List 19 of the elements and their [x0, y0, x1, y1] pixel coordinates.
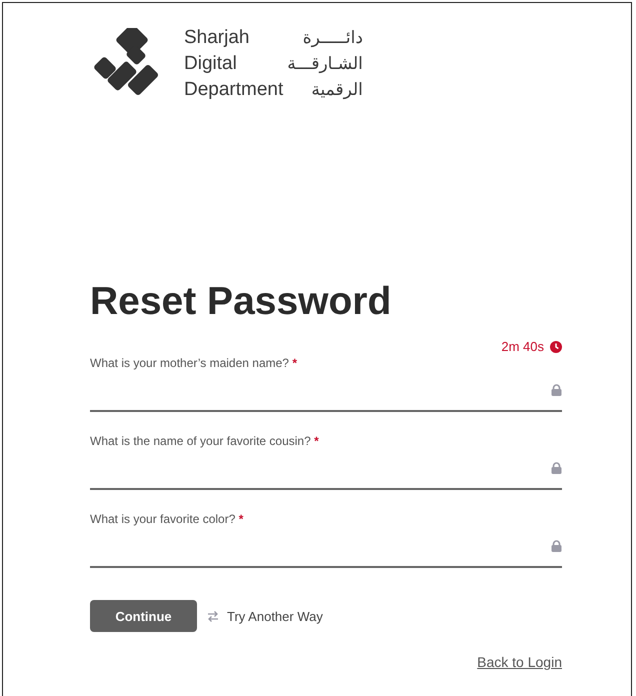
back-to-login-link[interactable]: Back to Login — [477, 654, 562, 670]
lock-icon — [551, 384, 562, 396]
lock-icon — [551, 462, 562, 474]
logo-text: الرقمية — [310, 79, 363, 102]
swap-icon — [207, 610, 219, 622]
logo-text: الشـارقـــة — [287, 53, 363, 76]
page-title: Reset Password — [90, 279, 392, 325]
field-label: What is the name of your favorite cousin? * — [90, 434, 320, 448]
logo-text: Sharjah — [184, 26, 250, 50]
countdown-timer: 2m 40s — [501, 339, 544, 354]
logo-text: دائـــــرة — [302, 27, 363, 50]
continue-button[interactable]: Continue — [90, 600, 197, 632]
logo-text: Department — [184, 78, 284, 102]
logo-text: Digital — [184, 52, 238, 76]
clock-icon — [550, 340, 562, 352]
try-another-way-link[interactable]: Try Another Way — [227, 608, 323, 624]
field-label: What is your mother’s maiden name? * — [90, 356, 298, 370]
field-label: What is your favorite color? * — [90, 512, 244, 526]
lock-icon — [551, 540, 562, 552]
